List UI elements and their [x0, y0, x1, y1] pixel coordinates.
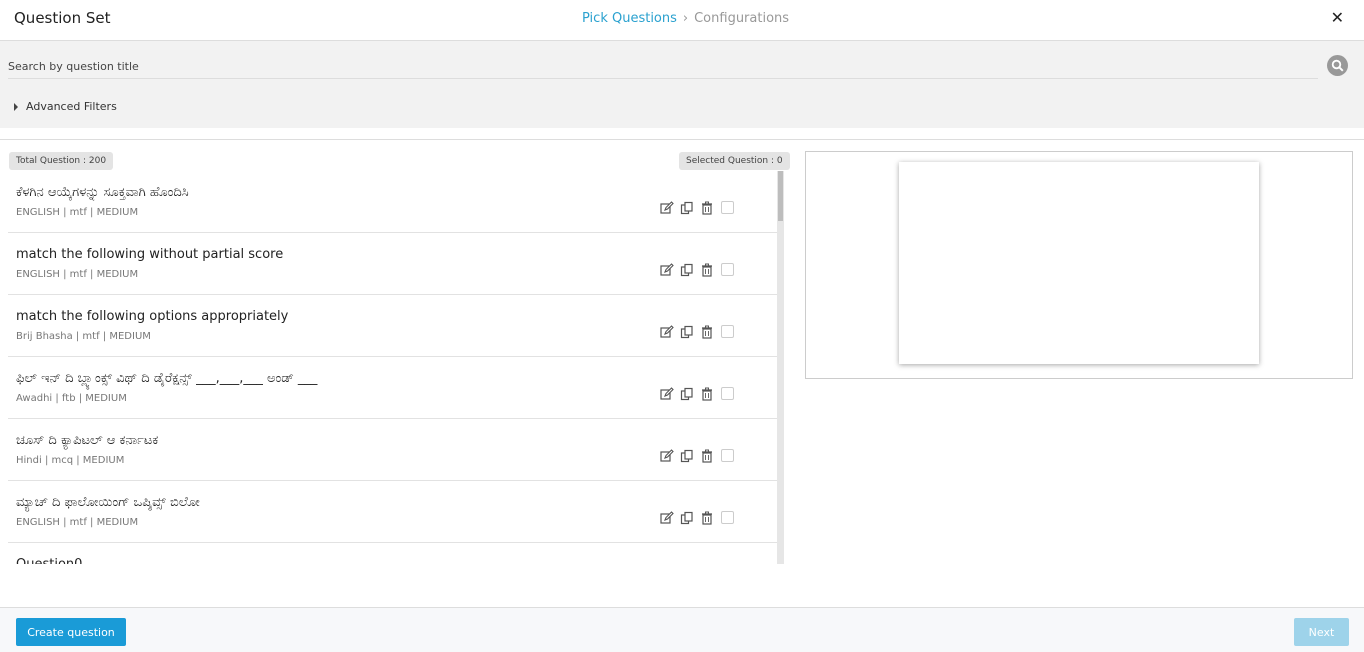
question-meta: ENGLISH | mtf | MEDIUM [16, 207, 139, 218]
copy-icon[interactable] [680, 448, 694, 463]
close-icon[interactable]: ✕ [1331, 8, 1344, 27]
total-question-badge: Total Question : 200 [9, 152, 114, 170]
question-row[interactable]: ಚೂಸ್ ದಿ ಕ್ಯಾಪಿಟಲ್ ಆ ಕರ್ನಾಟಕ Hindi | mcq |… [8, 419, 777, 481]
question-meta: ENGLISH | mtf | MEDIUM [16, 269, 139, 280]
create-question-button[interactable]: Create question [16, 618, 126, 646]
question-preview-panel [805, 151, 1353, 379]
question-row[interactable]: Question0 [8, 543, 777, 564]
question-title: ಕೆಳಗಿನ ಆಯ್ಕೆಗಳನ್ನು ಸೂಕ್ತವಾಗಿ ಹೊಂದಿಸಿ [16, 185, 189, 200]
row-actions [660, 448, 734, 463]
edit-icon[interactable] [660, 448, 674, 462]
question-row[interactable]: ಫಿಲ್ ಇನ್ ದಿ ಬ್ಲ್ಯಾಂಕ್ಸ್ ವಿಥ್ ದಿ ಡೈರೆಕ್ಷನ… [8, 357, 777, 419]
select-checkbox[interactable] [721, 448, 734, 462]
header: Question Set Pick Questions › Configuratio… [0, 0, 1364, 41]
step-breadcrumb: Pick Questions › Configurations [582, 11, 789, 26]
question-title: ಮ್ಯಾಚ್ ದಿ ಫಾಲೋಯಿಂಗ್ ಒಪ್ಶಿವ್ಸ್ ಬಿಲೋ [16, 495, 200, 510]
select-checkbox[interactable] [721, 386, 734, 400]
copy-icon[interactable] [680, 386, 694, 401]
edit-icon[interactable] [660, 262, 674, 276]
select-checkbox[interactable] [721, 324, 734, 338]
delete-icon[interactable] [700, 262, 714, 277]
question-meta: Awadhi | ftb | MEDIUM [16, 393, 127, 404]
scrollbar[interactable] [777, 171, 784, 564]
question-meta: Brij Bhasha | mtf | MEDIUM [16, 331, 151, 342]
row-actions [660, 510, 734, 525]
question-meta: Hindi | mcq | MEDIUM [16, 455, 125, 466]
selected-question-badge: Selected Question : 0 [679, 152, 790, 170]
divider [0, 139, 1364, 140]
delete-icon[interactable] [700, 510, 714, 525]
question-row[interactable]: match the following without partial scor… [8, 233, 777, 295]
row-actions [660, 386, 734, 401]
chevron-right-icon: › [682, 11, 689, 26]
delete-icon[interactable] [700, 386, 714, 401]
next-button[interactable]: Next [1294, 618, 1349, 646]
select-checkbox[interactable] [721, 510, 734, 524]
question-title: Question0 [16, 557, 82, 564]
question-title: ಫಿಲ್ ಇನ್ ದಿ ಬ್ಲ್ಯಾಂಕ್ಸ್ ವಿಥ್ ದಿ ಡೈರೆಕ್ಷನ… [16, 371, 318, 386]
footer: Create question Next [0, 607, 1364, 652]
question-title: match the following options appropriatel… [16, 309, 289, 324]
delete-icon[interactable] [700, 200, 714, 215]
copy-icon[interactable] [680, 262, 694, 277]
edit-icon[interactable] [660, 386, 674, 400]
question-row[interactable]: match the following options appropriatel… [8, 295, 777, 357]
edit-icon[interactable] [660, 324, 674, 338]
advanced-filters-toggle[interactable]: Advanced Filters [14, 100, 117, 113]
edit-icon[interactable] [660, 510, 674, 524]
step-pick-questions[interactable]: Pick Questions [582, 11, 677, 26]
advanced-filters-label: Advanced Filters [26, 100, 117, 113]
caret-right-icon [14, 103, 18, 111]
copy-icon[interactable] [680, 200, 694, 215]
scrollbar-thumb[interactable] [778, 171, 783, 221]
delete-icon[interactable] [700, 324, 714, 339]
row-actions [660, 200, 734, 215]
question-meta: ENGLISH | mtf | MEDIUM [16, 517, 139, 528]
delete-icon[interactable] [700, 448, 714, 463]
select-checkbox[interactable] [721, 200, 734, 214]
step-configurations[interactable]: Configurations [694, 11, 789, 26]
row-actions [660, 324, 734, 339]
question-row[interactable]: ಕೆಳಗಿನ ಆಯ್ಕೆಗಳನ್ನು ಸೂಕ್ತವಾಗಿ ಹೊಂದಿಸಿ ENGL… [8, 171, 777, 233]
copy-icon[interactable] [680, 510, 694, 525]
question-list: ಕೆಳಗಿನ ಆಯ್ಕೆಗಳನ್ನು ಸೂಕ್ತವಾಗಿ ಹೊಂದಿಸಿ ENGL… [8, 171, 777, 564]
question-row[interactable]: ಮ್ಯಾಚ್ ದಿ ಫಾಲೋಯಿಂಗ್ ಒಪ್ಶಿವ್ಸ್ ಬಿಲೋ ENGLIS… [8, 481, 777, 543]
row-actions [660, 262, 734, 277]
select-checkbox[interactable] [721, 262, 734, 276]
page-title: Question Set [14, 9, 111, 27]
search-icon[interactable] [1327, 55, 1348, 76]
edit-icon[interactable] [660, 200, 674, 214]
question-title: match the following without partial scor… [16, 247, 284, 262]
copy-icon[interactable] [680, 324, 694, 339]
preview-card [899, 162, 1259, 364]
search-panel: Advanced Filters [0, 41, 1364, 128]
question-title: ಚೂಸ್ ದಿ ಕ್ಯಾಪಿಟಲ್ ಆ ಕರ್ನಾಟಕ [16, 433, 159, 448]
search-input[interactable] [8, 54, 1318, 79]
